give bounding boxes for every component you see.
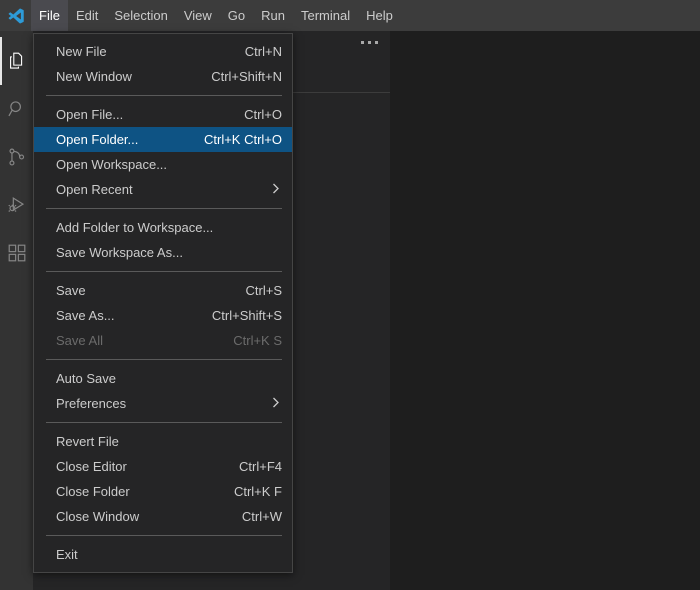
source-control-icon [6, 146, 28, 168]
ellipsis-dot [361, 41, 364, 44]
menu-item-label: Open Folder... [56, 132, 139, 147]
menu-item-keybinding: Ctrl+W [241, 509, 282, 524]
run-and-debug-icon [6, 194, 28, 216]
menubar-item-help-label: Help [366, 8, 393, 23]
menu-item-keybinding: Ctrl+K S [233, 333, 282, 348]
menubar-item-go[interactable]: Go [220, 0, 253, 31]
extensions-icon [6, 242, 28, 264]
menu-item-label: Open Workspace... [56, 157, 168, 172]
menu-separator [46, 535, 282, 536]
menu-item-keybinding: Ctrl+S [245, 283, 282, 298]
menu-item-open-file[interactable]: Open File... Ctrl+O [34, 102, 292, 127]
menu-item-keybinding: Ctrl+Shift+N [211, 69, 282, 84]
menubar-item-terminal-label: Terminal [301, 8, 351, 23]
editor-area[interactable] [390, 31, 700, 590]
menu-item-label: Save As... [56, 308, 115, 323]
menu-item-label: Preferences [56, 396, 127, 411]
menu-item-exit[interactable]: Exit [34, 542, 292, 567]
menu-item-label: Open File... [56, 107, 124, 122]
menubar-item-file[interactable]: File [31, 0, 68, 31]
menu-item-keybinding: Ctrl+K F [233, 484, 282, 499]
menu-item-open-folder[interactable]: Open Folder... Ctrl+K Ctrl+O [34, 127, 292, 152]
menu-separator [46, 359, 282, 360]
menubar-item-selection[interactable]: Selection [106, 0, 175, 31]
search-icon [6, 98, 28, 120]
menu-item-keybinding: Ctrl+O [244, 107, 282, 122]
chevron-right-icon [272, 182, 280, 197]
menubar-item-edit-label: Edit [75, 8, 99, 23]
menu-item-preferences[interactable]: Preferences [34, 391, 292, 416]
menu-item-label: Close Folder [56, 484, 130, 499]
menu-item-label: Revert File [56, 434, 119, 449]
menu-item-new-window[interactable]: New Window Ctrl+Shift+N [34, 64, 292, 89]
menu-item-new-file[interactable]: New File Ctrl+N [34, 39, 292, 64]
menu-item-label: Close Editor [56, 459, 127, 474]
activity-bar [0, 31, 33, 590]
menu-separator [46, 422, 282, 423]
explorer-icon [6, 50, 28, 72]
activity-item-search[interactable] [0, 85, 33, 133]
menu-item-save[interactable]: Save Ctrl+S [34, 278, 292, 303]
menubar-item-run-label: Run [261, 8, 285, 23]
menu-item-label: Exit [56, 547, 78, 562]
ellipsis-dot [368, 41, 371, 44]
menu-item-save-as[interactable]: Save As... Ctrl+Shift+S [34, 303, 292, 328]
menu-item-keybinding: Ctrl+Shift+S [211, 308, 282, 323]
menu-item-save-workspace-as[interactable]: Save Workspace As... [34, 240, 292, 265]
vscode-window: File Edit Selection View Go Run Terminal… [0, 0, 700, 590]
menu-item-label: New Window [56, 69, 132, 84]
activity-item-run-and-debug[interactable] [0, 181, 33, 229]
menu-item-keybinding: Ctrl+F4 [239, 459, 282, 474]
menu-item-close-editor[interactable]: Close Editor Ctrl+F4 [34, 454, 292, 479]
menu-item-add-folder-to-workspace[interactable]: Add Folder to Workspace... [34, 215, 292, 240]
menu-separator [46, 208, 282, 209]
file-menu: New File Ctrl+N New Window Ctrl+Shift+N … [33, 33, 293, 573]
menu-item-close-window[interactable]: Close Window Ctrl+W [34, 504, 292, 529]
menubar-item-view[interactable]: View [176, 0, 220, 31]
title-bar: File Edit Selection View Go Run Terminal… [0, 0, 700, 31]
activity-item-source-control[interactable] [0, 133, 33, 181]
menubar-item-terminal[interactable]: Terminal [293, 0, 358, 31]
menu-item-label: Open Recent [56, 182, 133, 197]
menubar-item-edit[interactable]: Edit [68, 0, 106, 31]
ellipsis-dot [375, 41, 378, 44]
menu-item-label: New File [56, 44, 107, 59]
menu-item-open-workspace[interactable]: Open Workspace... [34, 152, 292, 177]
menu-item-label: Close Window [56, 509, 140, 524]
menubar-item-file-label: File [39, 8, 60, 23]
activity-item-extensions[interactable] [0, 229, 33, 277]
menubar-item-help[interactable]: Help [358, 0, 401, 31]
activity-item-explorer[interactable] [0, 37, 33, 85]
menu-item-keybinding: Ctrl+K Ctrl+O [203, 132, 282, 147]
menubar-item-run[interactable]: Run [253, 0, 293, 31]
ellipsis-icon[interactable] [361, 41, 378, 44]
vscode-logo-icon [0, 0, 31, 31]
menu-item-revert-file[interactable]: Revert File [34, 429, 292, 454]
menu-bar: File Edit Selection View Go Run Terminal… [31, 0, 401, 31]
menu-item-close-folder[interactable]: Close Folder Ctrl+K F [34, 479, 292, 504]
menu-separator [46, 271, 282, 272]
menubar-item-go-label: Go [227, 8, 246, 23]
menu-item-auto-save[interactable]: Auto Save [34, 366, 292, 391]
menu-item-label: Add Folder to Workspace... [56, 220, 214, 235]
menu-item-label: Auto Save [56, 371, 116, 386]
menu-item-save-all: Save All Ctrl+K S [34, 328, 292, 353]
menu-item-open-recent[interactable]: Open Recent [34, 177, 292, 202]
menu-item-label: Save Workspace As... [56, 245, 183, 260]
menu-item-label: Save All [56, 333, 103, 348]
menubar-item-selection-label: Selection [114, 8, 168, 23]
menu-separator [46, 95, 282, 96]
menubar-item-view-label: View [183, 8, 212, 23]
menu-item-keybinding: Ctrl+N [244, 44, 282, 59]
chevron-right-icon [272, 396, 280, 411]
menu-item-label: Save [56, 283, 86, 298]
